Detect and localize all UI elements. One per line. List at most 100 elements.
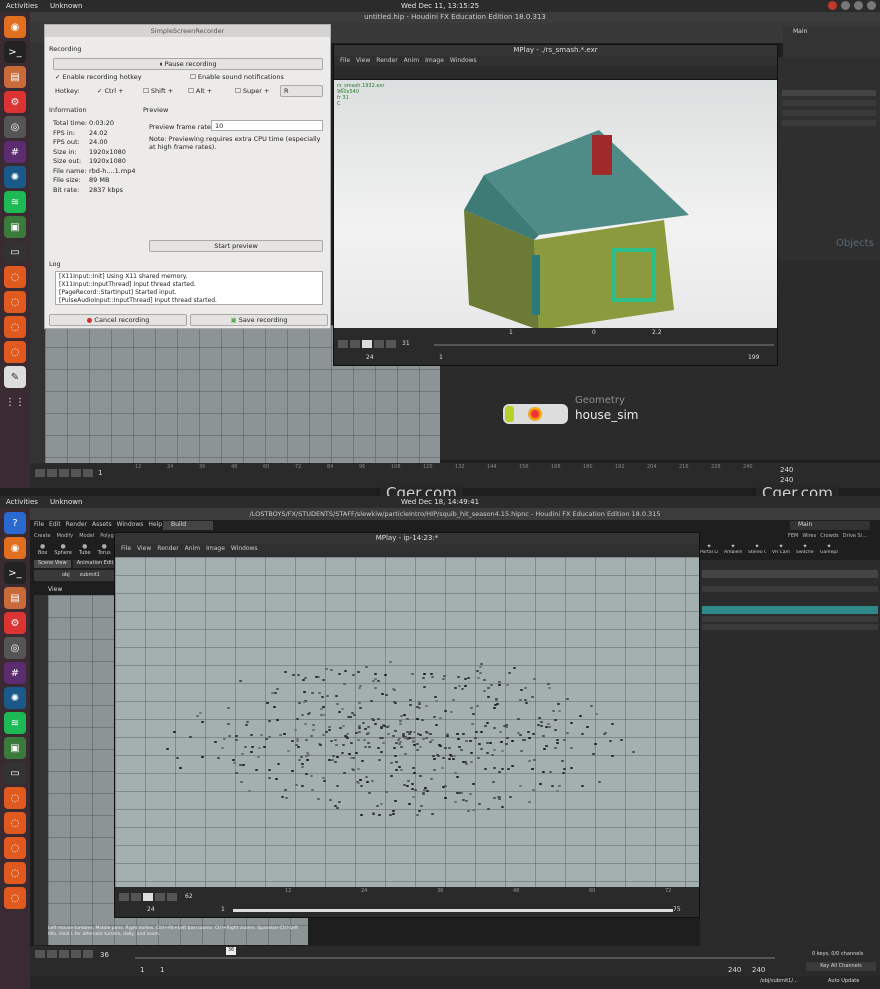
preview-rate-spinbox[interactable]: 10 — [211, 120, 323, 131]
spotify-icon[interactable]: ≋ — [4, 191, 26, 213]
timeline-bottom-end2[interactable]: 240 — [752, 966, 765, 974]
timeline-bottom-start2[interactable]: 1 — [160, 966, 164, 974]
log-box[interactable]: [X11Input::Init] Using X11 shared memory… — [55, 271, 323, 305]
shelf-tab-create[interactable]: Create — [34, 533, 51, 541]
app-swirl-icon[interactable]: ✺ — [4, 166, 26, 188]
houdini-icon-1[interactable]: ◌ — [4, 266, 26, 288]
shelf-right-tab[interactable]: Drive Si... — [843, 533, 867, 541]
settings-icon-b[interactable]: ⚙ — [4, 612, 26, 634]
menu-item-file[interactable]: File — [340, 56, 350, 66]
slack-icon[interactable]: # — [4, 141, 26, 163]
menu-item-file[interactable]: File — [121, 544, 131, 554]
timeline-bottom-end1[interactable]: 240 — [728, 966, 741, 974]
mplay2-ruler[interactable]: 12 24 36 48 60 72 — [215, 888, 675, 898]
path-obj[interactable]: obj — [62, 570, 70, 581]
menu-item-file[interactable]: File — [34, 521, 44, 531]
help-icon[interactable]: ? — [4, 512, 26, 534]
timeline-bottom-current[interactable]: 36 — [100, 951, 109, 959]
shelf-tool-torus[interactable]: ● Torus — [98, 543, 111, 557]
timeline-bottom-ruler[interactable] — [135, 957, 775, 959]
mplay1-scrub[interactable] — [434, 344, 774, 346]
pane-tab[interactable]: Scene View — [34, 560, 71, 568]
mplay1-val2[interactable]: 0 — [592, 329, 596, 336]
mplay2-frame-field[interactable]: 24 — [147, 906, 155, 913]
menu-item-windows[interactable]: Windows — [231, 544, 258, 554]
timeline-bottom-marker[interactable]: 36 — [226, 947, 236, 955]
terminal-icon[interactable]: >_ — [4, 41, 26, 63]
spotify-icon-b[interactable]: ≋ — [4, 712, 26, 734]
timeline-top-ruler[interactable]: 12 24 36 48 60 72 84 96 108 120 132 144 156 168 180 192… — [135, 464, 775, 474]
record-indicator-icon[interactable] — [828, 1, 837, 10]
shelf-tab-model[interactable]: Model — [79, 533, 94, 541]
pause-recording-button[interactable]: ⏸ Pause recording — [53, 58, 323, 70]
house-sim-node[interactable] — [503, 404, 568, 424]
alt-checkbox[interactable]: ☐ Alt + — [188, 87, 212, 95]
light-tool[interactable]: ✦Gamepad Camera — [820, 543, 838, 557]
shelf-right-tab[interactable]: Crowds — [820, 533, 838, 541]
text-editor-icon[interactable]: ✎ — [4, 366, 26, 388]
power-icon[interactable] — [867, 1, 876, 10]
shelf-tool-tube[interactable]: ● Tube — [79, 543, 91, 557]
timeline-top-transport[interactable] — [35, 469, 95, 479]
cancel-recording-button[interactable]: ● Cancel recording — [49, 314, 187, 326]
start-preview-button[interactable]: Start preview — [149, 240, 323, 252]
light-tool[interactable]: ✦Stereo Camera — [748, 543, 766, 557]
timeline-top-end1[interactable]: 240 — [780, 466, 793, 474]
menu-item-anim[interactable]: Anim — [404, 56, 419, 66]
mplay1-frame-field[interactable]: 24 — [366, 354, 374, 361]
menu-item-image[interactable]: Image — [206, 544, 225, 554]
camera-icon[interactable]: ◎ — [4, 116, 26, 138]
mplay1-gamma[interactable]: 2.2 — [652, 329, 662, 336]
menu-item-windows[interactable]: Windows — [117, 521, 144, 531]
shelf-tool-sphere[interactable]: ● Sphere — [54, 543, 72, 557]
volume-icon[interactable] — [854, 1, 863, 10]
menu-item-help[interactable]: Help — [148, 521, 162, 531]
houdini-icon-b2[interactable]: ◌ — [4, 812, 26, 834]
mplay2-transport[interactable] — [119, 893, 179, 903]
particle-render[interactable] — [115, 557, 699, 887]
menu-item-render[interactable]: Render — [66, 521, 87, 531]
app-menu[interactable]: Unknown — [44, 2, 89, 10]
mplay1-val1[interactable]: 1 — [509, 329, 513, 336]
menu-item-edit[interactable]: Edit — [49, 521, 61, 531]
key-select[interactable]: R — [280, 85, 323, 97]
files-icon[interactable]: ▤ — [4, 66, 26, 88]
timeline-top-end2[interactable]: 240 — [780, 476, 793, 484]
houdini-icon-2[interactable]: ◌ — [4, 291, 26, 313]
mplay1-start[interactable]: 1 — [439, 354, 443, 361]
houdini-icon-4[interactable]: ◌ — [4, 341, 26, 363]
browser-icon[interactable]: ◉ — [4, 16, 26, 38]
houdini-icon-b4[interactable]: ◌ — [4, 862, 26, 884]
mplay1-frame[interactable]: 31 — [402, 340, 410, 347]
houdini-icon-b1[interactable]: ◌ — [4, 787, 26, 809]
houdini-icon-b5[interactable]: ◌ — [4, 887, 26, 909]
light-tool[interactable]: ✦Ambient Light — [724, 543, 742, 557]
browser-icon-b[interactable]: ◉ — [4, 537, 26, 559]
houdini-icon-b3[interactable]: ◌ — [4, 837, 26, 859]
mplay2-frame[interactable]: 62 — [185, 893, 193, 900]
menu-item-view[interactable]: View — [137, 544, 151, 554]
activities-button-bottom[interactable]: Activities — [0, 498, 44, 506]
status-path[interactable]: /obj/submit1/... — [760, 978, 798, 984]
game-icon[interactable]: ▣ — [4, 216, 26, 238]
game-icon-b[interactable]: ▣ — [4, 737, 26, 759]
app-swirl-icon-b[interactable]: ✺ — [4, 687, 26, 709]
files-icon-b[interactable]: ▤ — [4, 587, 26, 609]
shift-checkbox[interactable]: ☐ Shift + — [143, 87, 173, 95]
mplay2-range[interactable] — [233, 909, 673, 912]
shelf-right-tab[interactable]: FEM — [788, 533, 798, 541]
slack-icon-b[interactable]: # — [4, 662, 26, 684]
houdini-icon-3[interactable]: ◌ — [4, 316, 26, 338]
timeline-top-frame[interactable]: 1 — [98, 469, 102, 477]
app-menu-bottom[interactable]: Unknown — [44, 498, 89, 506]
terminal-icon-b[interactable]: >_ — [4, 562, 26, 584]
super-checkbox[interactable]: ☐ Super + — [235, 87, 269, 95]
save-recording-button[interactable]: ▣ Save recording — [190, 314, 328, 326]
path-sub[interactable]: submit1 — [80, 570, 100, 581]
menu-item-image[interactable]: Image — [425, 56, 444, 66]
light-tool[interactable]: ✦VR Camera — [772, 543, 790, 557]
render-image[interactable]: rs_smash.1932.exr 960x540 fr 31 C — [334, 80, 777, 328]
mplay2-start[interactable]: 1 — [221, 906, 225, 913]
main-desktop-select[interactable]: Main — [790, 521, 870, 530]
light-tool[interactable]: ✦Portal Light — [700, 543, 718, 557]
